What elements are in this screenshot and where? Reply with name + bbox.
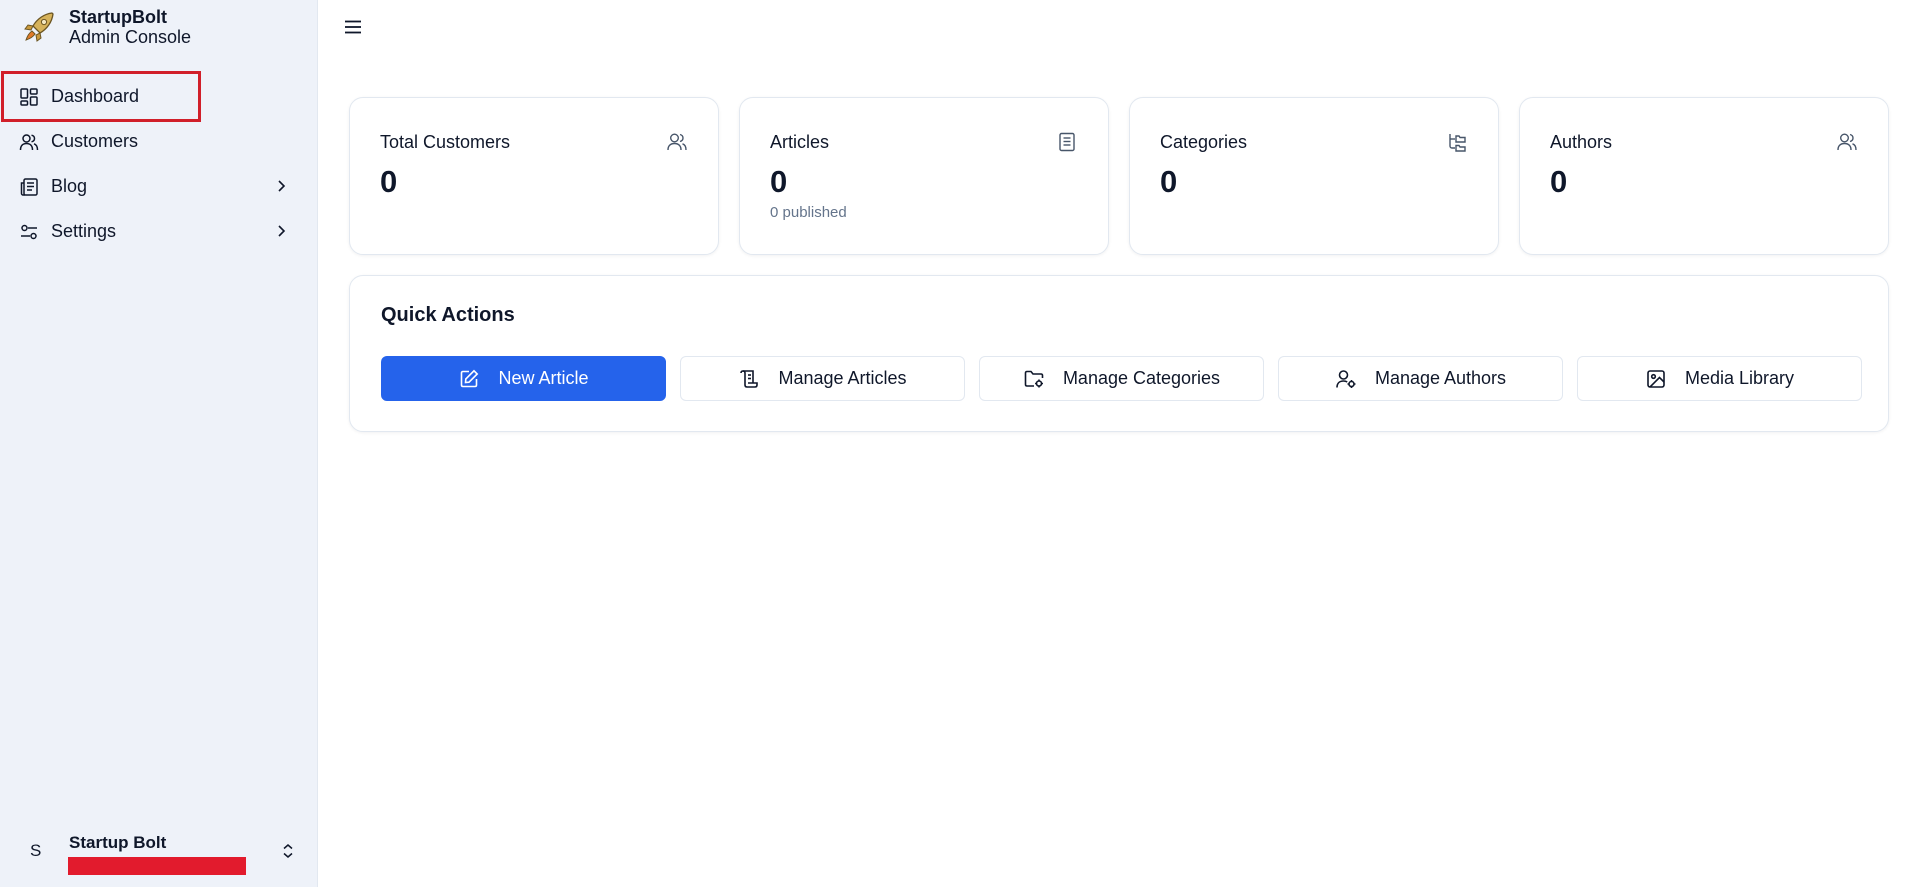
folder-gear-icon	[1023, 368, 1045, 390]
button-label: Media Library	[1684, 368, 1795, 388]
sidebar-item-label: Settings	[51, 221, 117, 241]
document-icon	[1059, 132, 1075, 152]
chevron-right-icon	[278, 180, 286, 192]
quick-actions-panel: Quick Actions New Article Manage Article…	[349, 275, 1889, 432]
brand-name: StartupBolt	[69, 7, 167, 27]
sidebar-item-label: Dashboard	[51, 86, 140, 106]
brand[interactable]: StartupBolt Admin Console	[22, 7, 191, 47]
sidebar-item-label: Blog	[51, 176, 88, 196]
new-article-button[interactable]: New Article	[381, 356, 666, 401]
button-label: New Article	[498, 368, 589, 388]
user-name: Startup Bolt	[69, 833, 167, 852]
stat-card-total-customers: Total Customers 0	[349, 97, 719, 255]
menu-icon[interactable]	[342, 16, 364, 38]
stat-value: 0	[1160, 164, 1178, 199]
media-library-button[interactable]: Media Library	[1577, 356, 1862, 401]
stat-title: Categories	[1160, 132, 1248, 152]
manage-authors-button[interactable]: Manage Authors	[1278, 356, 1563, 401]
rocket-icon	[24, 12, 54, 42]
button-label: Manage Articles	[778, 368, 907, 388]
button-label: Manage Categories	[1062, 368, 1221, 388]
sidebar: StartupBolt Admin Console Dashboard Cust…	[0, 0, 318, 887]
sidebar-item-settings[interactable]: Settings	[4, 209, 304, 254]
users-icon	[1837, 133, 1857, 151]
stat-value: 0	[380, 164, 398, 199]
image-icon	[1645, 368, 1667, 390]
users-icon	[19, 132, 39, 152]
stat-card-categories: Categories 0	[1129, 97, 1499, 255]
stat-value: 0	[1550, 164, 1568, 199]
sidebar-item-blog[interactable]: Blog	[4, 164, 304, 209]
edit-icon	[458, 368, 480, 390]
avatar: S	[30, 841, 42, 860]
dashboard-icon	[19, 87, 39, 107]
chevron-up-down-icon	[283, 844, 293, 858]
redaction-bar	[68, 857, 246, 875]
sidebar-nav: Dashboard Customers Blog Settings	[1, 71, 304, 254]
quick-actions-title: Quick Actions	[381, 304, 515, 326]
stat-title: Articles	[770, 132, 830, 152]
scroll-icon	[738, 368, 760, 390]
stat-card-articles: Articles 0 0 published	[739, 97, 1109, 255]
stat-title: Authors	[1550, 132, 1613, 152]
folder-tree-icon	[1449, 134, 1466, 152]
brand-subtitle: Admin Console	[69, 27, 192, 47]
manage-articles-button[interactable]: Manage Articles	[680, 356, 965, 401]
user-gear-icon	[1335, 368, 1357, 390]
users-icon	[667, 133, 687, 151]
user-menu[interactable]: S Startup Bolt	[0, 817, 318, 887]
stat-title: Total Customers	[380, 132, 511, 152]
stat-value: 0	[770, 164, 788, 199]
manage-categories-button[interactable]: Manage Categories	[979, 356, 1264, 401]
stat-subtext: 0 published	[770, 204, 847, 221]
button-label: Manage Authors	[1374, 368, 1507, 388]
sidebar-item-dashboard[interactable]: Dashboard	[1, 71, 201, 122]
stat-card-authors: Authors 0	[1519, 97, 1889, 255]
newspaper-icon	[19, 177, 39, 197]
sidebar-item-label: Customers	[51, 131, 139, 151]
sliders-icon	[19, 222, 39, 242]
sidebar-item-customers[interactable]: Customers	[4, 119, 304, 164]
chevron-right-icon	[278, 225, 286, 237]
